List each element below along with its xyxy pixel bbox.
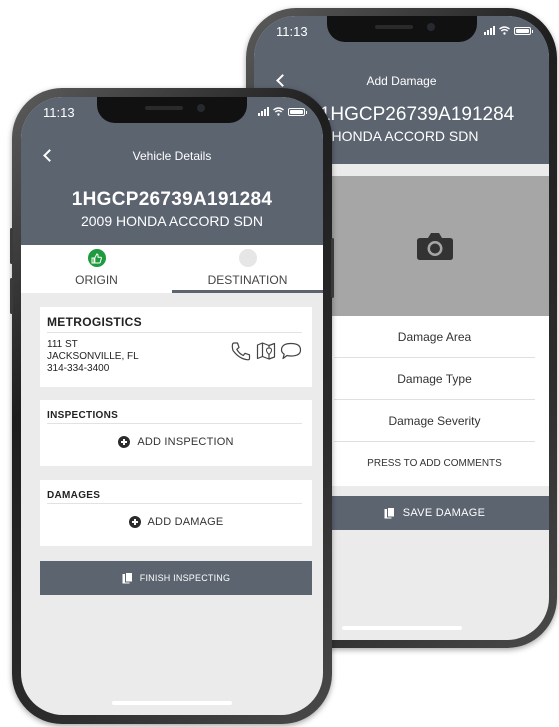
divider [47, 503, 302, 504]
home-indicator [112, 701, 232, 705]
signal-icon [258, 107, 269, 116]
thumbs-up-icon [87, 249, 106, 267]
location-address: 111 ST JACKSONVILLE, FL 314-334-3400 [47, 339, 139, 375]
damages-card: DAMAGES ADD DAMAGE [40, 480, 312, 546]
save-damage-label: SAVE DAMAGE [402, 507, 486, 519]
battery-icon [288, 107, 307, 116]
location-name: METROGISTICS [47, 315, 142, 329]
plus-circle-icon [118, 436, 131, 448]
location-phone: 314-334-3400 [47, 363, 110, 374]
notch [97, 97, 247, 123]
wifi-icon [499, 26, 510, 35]
vin-number: # 1HGCP26739A191284 [304, 104, 515, 125]
back-chevron-icon[interactable] [43, 149, 56, 162]
damages-title: DAMAGES [47, 490, 101, 501]
add-damage-label: ADD DAMAGE [147, 516, 224, 528]
notch [326, 16, 477, 42]
status-time: 11:13 [276, 24, 308, 39]
vehicle-model: 09 HONDA ACCORD SDN [312, 128, 479, 144]
vehicle-model: 2009 HONDA ACCORD SDN [80, 213, 264, 229]
status-time: 11:13 [43, 105, 75, 120]
add-damage-button[interactable]: ADD DAMAGE [40, 516, 312, 528]
divider [47, 423, 302, 424]
tab-destination[interactable]: DESTINATION [172, 245, 323, 293]
save-damage-button[interactable]: SAVE DAMAGE [320, 496, 549, 530]
inspections-title: INSPECTIONS [47, 410, 119, 421]
tab-origin[interactable]: ORIGIN [21, 245, 172, 293]
screen-title: Vehicle Details [132, 149, 212, 163]
screen-title: Add Damage [366, 74, 437, 88]
tab-origin-label: ORIGIN [75, 273, 118, 287]
add-comments-field[interactable]: PRESS TO ADD COMMENTS [334, 442, 535, 484]
front-phone: 11:13 Vehicle Details 1HGCP26739A191284 … [10, 88, 334, 724]
location-card: METROGISTICS 111 ST JACKSONVILLE, FL 314… [40, 307, 312, 387]
status-icons [258, 107, 307, 116]
finish-inspecting-label: FINISH INSPECTING [139, 573, 231, 583]
phone-icon[interactable] [230, 341, 252, 361]
nav-bar: Vehicle Details [21, 149, 323, 169]
address-city: JACKSONVILLE, FL [47, 351, 139, 362]
damage-form: Damage Area Damage Type Damage Severity … [320, 316, 549, 486]
vehicle-details-screen: 11:13 Vehicle Details 1HGCP26739A191284 … [21, 97, 323, 715]
home-indicator [341, 626, 462, 630]
status-icons [484, 26, 533, 35]
chat-icon[interactable] [280, 341, 302, 361]
tab-bar: ORIGIN DESTINATION [21, 245, 323, 293]
clipboard-icon [122, 572, 133, 584]
vin-number: 1HGCP26739A191284 [71, 189, 273, 210]
damage-area-field[interactable]: Damage Area [334, 316, 535, 358]
active-tab-indicator [172, 290, 323, 293]
add-inspection-button[interactable]: ADD INSPECTION [40, 436, 312, 448]
plus-circle-icon [128, 516, 141, 528]
battery-icon [514, 26, 533, 35]
add-inspection-label: ADD INSPECTION [137, 436, 234, 448]
wifi-icon [273, 107, 284, 116]
divider [47, 332, 302, 333]
clipboard-icon [384, 507, 395, 519]
finish-inspecting-button[interactable]: FINISH INSPECTING [40, 561, 312, 595]
tab-destination-label: DESTINATION [207, 273, 288, 287]
circle-icon [238, 249, 257, 267]
inspections-card: INSPECTIONS ADD INSPECTION [40, 400, 312, 466]
address-street: 111 ST [47, 339, 78, 350]
location-actions [230, 341, 302, 361]
map-icon[interactable] [256, 341, 276, 361]
signal-icon [484, 26, 495, 35]
back-chevron-icon[interactable] [276, 74, 289, 87]
damage-severity-field[interactable]: Damage Severity [334, 400, 535, 442]
damage-photo-area[interactable] [320, 176, 549, 316]
damage-type-field[interactable]: Damage Type [334, 358, 535, 400]
camera-icon[interactable] [416, 231, 454, 261]
